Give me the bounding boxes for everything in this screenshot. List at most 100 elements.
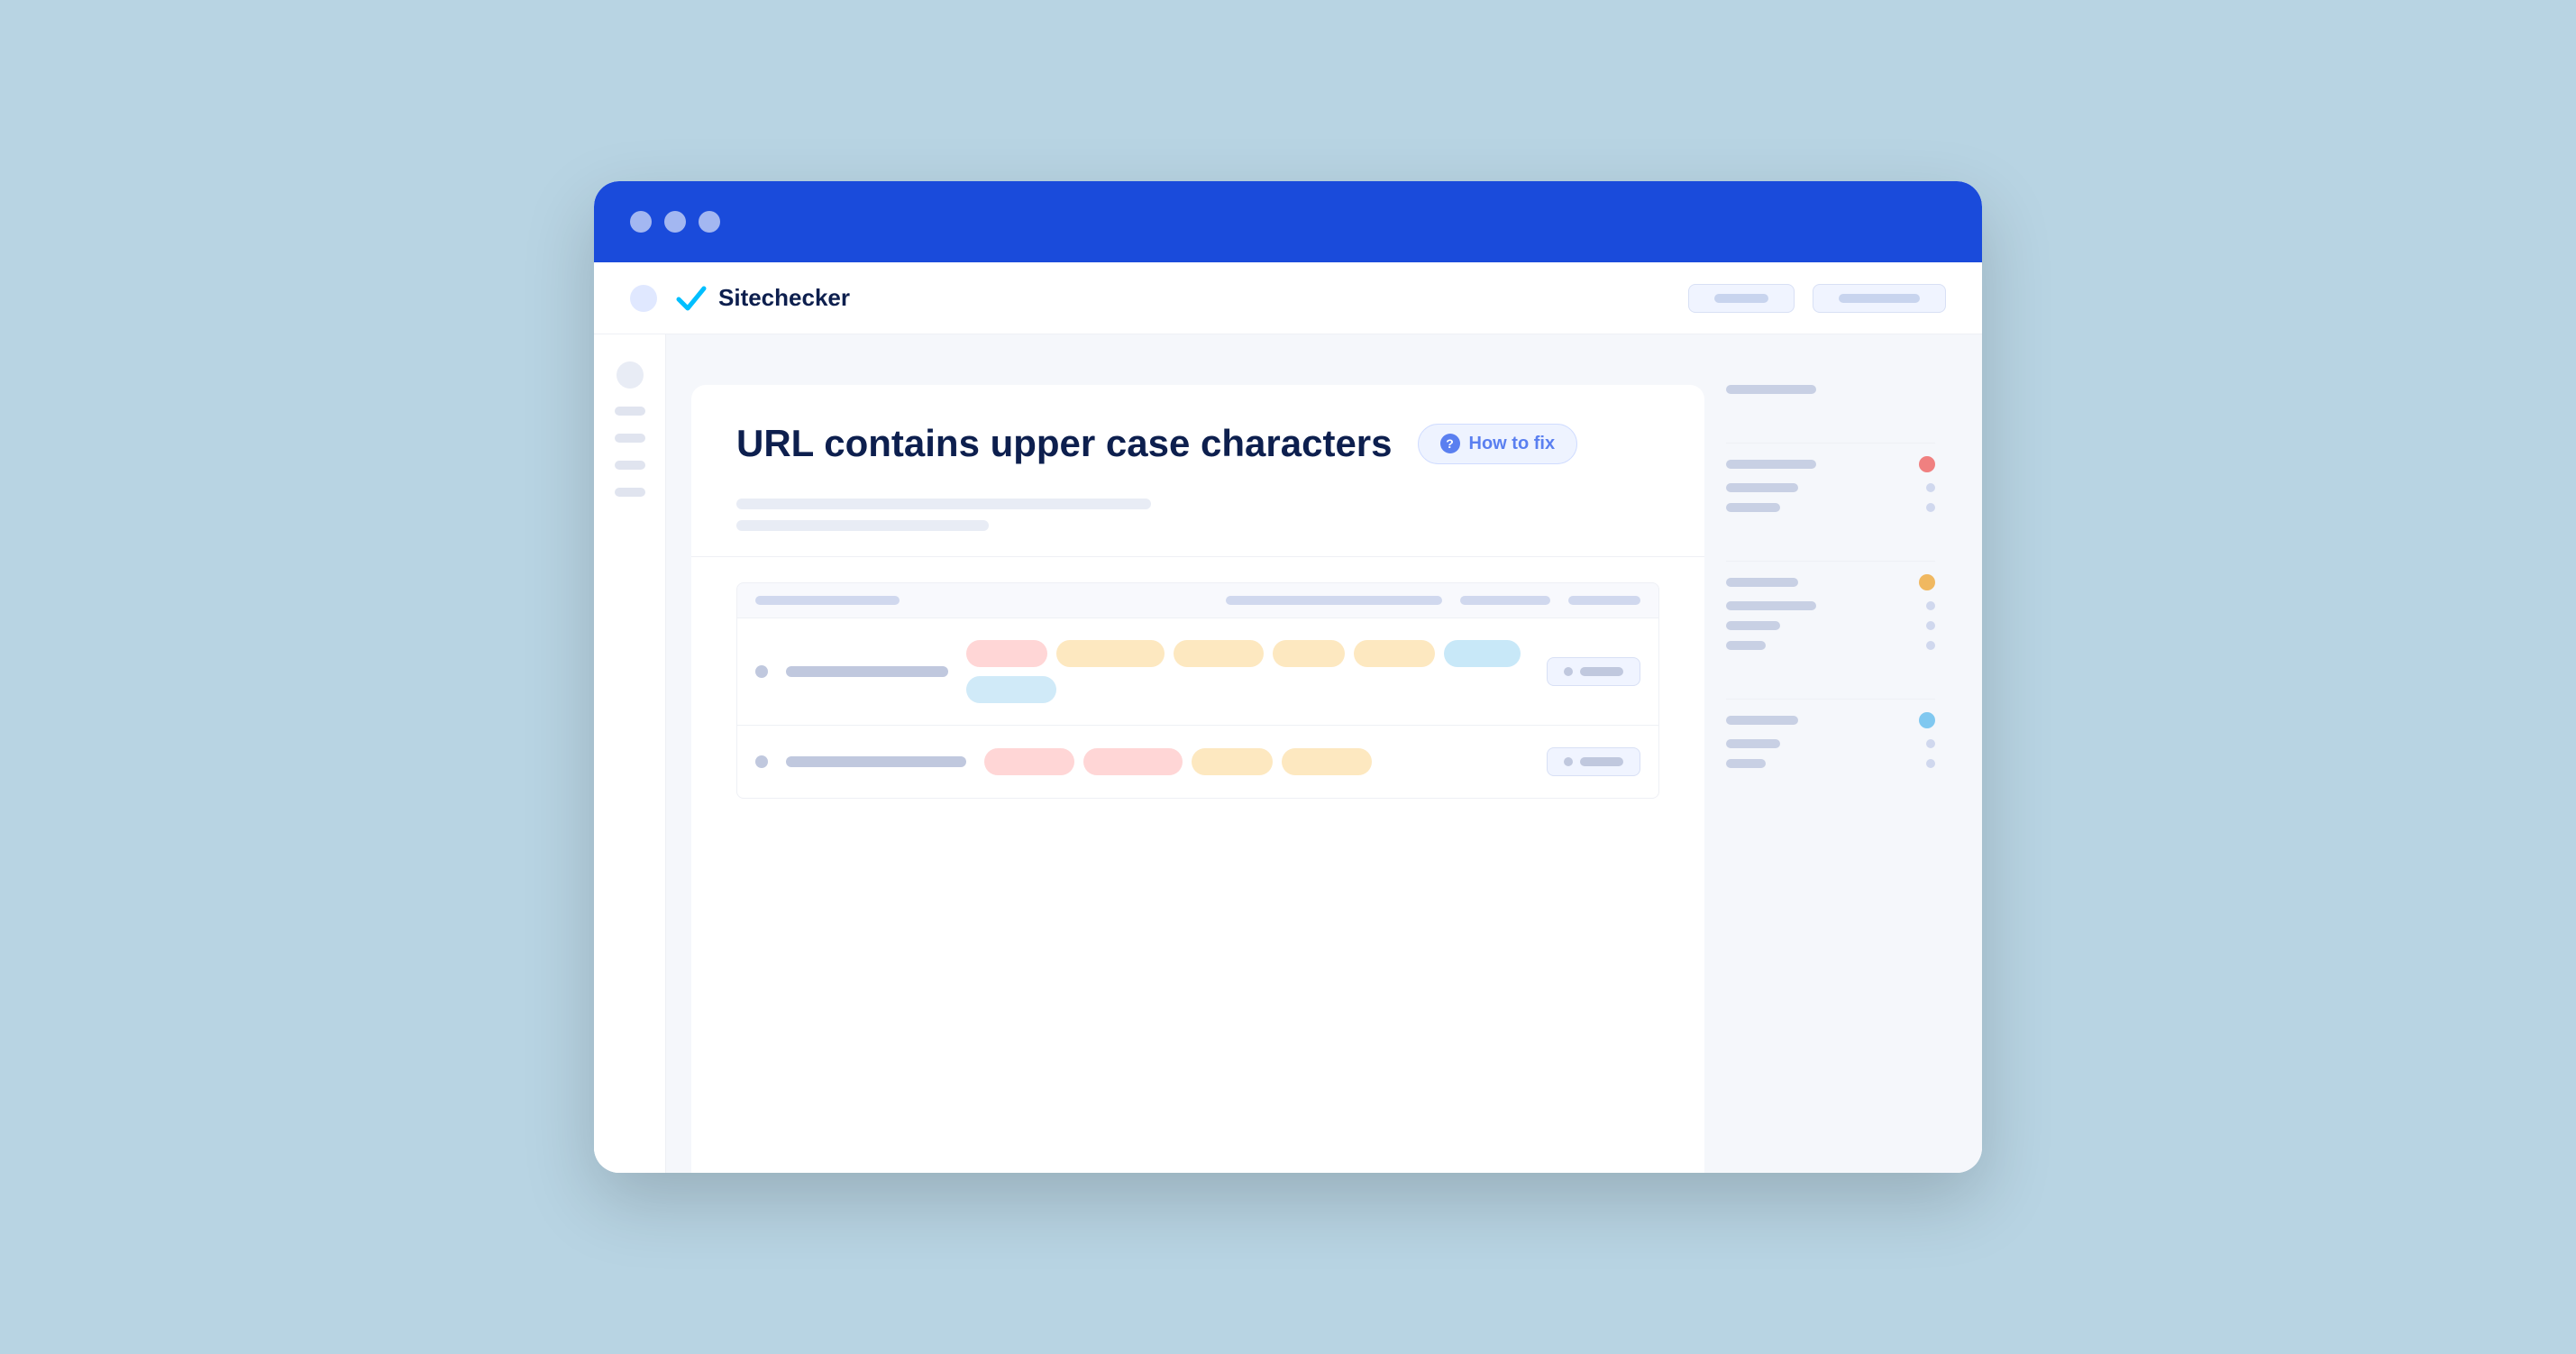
action-btn-bar-1 [1580,667,1623,676]
col-header-3 [1460,596,1550,605]
row-dot-2 [755,755,768,768]
browser-window: Sitechecker URL contains upper case char… [594,181,1982,1173]
col-header-2 [1226,596,1442,605]
app-title: Sitechecker [718,284,850,312]
right-divider-1 [1726,443,1935,444]
right-panel [1704,360,1957,1173]
right-bar-4b [1726,739,1780,748]
right-divider-2 [1726,561,1935,562]
action-btn-circle-1 [1564,667,1573,676]
right-dot-sm-5 [1926,641,1935,650]
row-url-bar-2 [786,756,966,767]
tag-orange-6 [1282,748,1372,775]
sidebar-item-2[interactable] [615,407,645,416]
browser-navbar: Sitechecker [594,262,1982,334]
right-row-4c [1726,759,1935,768]
action-btn-circle-2 [1564,757,1573,766]
right-bar-3b [1726,601,1816,610]
right-section-1 [1726,385,1935,405]
right-row-3a [1726,574,1935,590]
table-row [736,618,1659,725]
table-section [736,582,1659,799]
traffic-lights [630,211,720,233]
page-title: URL contains upper case characters [736,421,1393,466]
col-header-4 [1568,596,1640,605]
traffic-light-maximize[interactable] [699,211,720,233]
row-action-btn-1[interactable] [1547,657,1640,686]
tag-pink-1 [966,640,1047,667]
sidebar-item-3[interactable] [615,434,645,443]
right-dot-red [1919,456,1935,472]
right-row-4b [1726,739,1935,748]
page-header: URL contains upper case characters ? How… [736,421,1659,466]
right-row-2a [1726,456,1935,472]
nav-btn-bar-2 [1839,294,1920,303]
tag-orange-4 [1354,640,1435,667]
right-bar-2c [1726,503,1780,512]
right-bar-4a [1726,716,1798,725]
tag-orange-5 [1192,748,1273,775]
action-btn-bar-2 [1580,757,1623,766]
right-row-3c [1726,621,1935,630]
right-dot-sm-3 [1926,601,1935,610]
sidebar-item-5[interactable] [615,488,645,497]
tag-orange-1 [1056,640,1165,667]
right-section-3 [1726,574,1935,661]
nav-button-1[interactable] [1688,284,1795,313]
nav-logo: Sitechecker [675,284,850,312]
how-to-fix-button[interactable]: ? How to fix [1418,424,1578,464]
description-bars [736,499,1659,531]
table-header-row [736,582,1659,618]
right-bar-3c [1726,621,1780,630]
right-bar-1a [1726,385,1816,394]
right-divider-3 [1726,699,1935,700]
row-url-bar-1 [786,666,948,677]
right-dot-orange [1919,574,1935,590]
row-action-btn-2[interactable] [1547,747,1640,776]
right-bar-3d [1726,641,1766,650]
sidebar-item-4[interactable] [615,461,645,470]
right-row-3b [1726,601,1935,610]
tags-group-2 [984,748,1529,775]
right-row-3d [1726,641,1935,650]
sitechecker-logo-icon [675,285,708,312]
sidebar [594,334,666,1173]
tag-orange-3 [1273,640,1345,667]
right-dot-sm-7 [1926,759,1935,768]
nav-button-2[interactable] [1813,284,1946,313]
right-bar-3a [1726,578,1798,587]
tags-group-1 [966,640,1529,703]
right-dot-sm-2 [1926,503,1935,512]
content-wrapper: URL contains upper case characters ? How… [666,334,1982,1173]
browser-titlebar [594,181,1982,262]
col-header-1 [755,596,900,605]
how-to-fix-label: How to fix [1469,434,1556,454]
content-panel: URL contains upper case characters ? How… [691,385,1704,1173]
tag-ltblue-1 [966,676,1056,703]
tag-pink-3 [1083,748,1183,775]
traffic-light-close[interactable] [630,211,652,233]
sidebar-item-1[interactable] [617,361,644,389]
right-row-2b [1726,483,1935,492]
traffic-light-minimize[interactable] [664,211,686,233]
help-icon: ? [1440,434,1460,453]
right-row-4a [1726,712,1935,728]
right-dot-sm-1 [1926,483,1935,492]
right-bar-2a [1726,460,1816,469]
table-row-2 [736,725,1659,799]
right-row-1a [1726,385,1935,394]
nav-logo-circle [630,285,657,312]
section-divider-1 [691,556,1704,557]
browser-content: URL contains upper case characters ? How… [594,334,1982,1173]
desc-bar-2 [736,520,989,531]
right-dot-blue [1919,712,1935,728]
right-section-4 [1726,712,1935,779]
nav-btn-bar-1 [1714,294,1768,303]
right-row-2c [1726,503,1935,512]
right-dot-sm-4 [1926,621,1935,630]
right-dot-sm-6 [1926,739,1935,748]
desc-bar-1 [736,499,1151,509]
tag-pink-2 [984,748,1074,775]
row-dot-1 [755,665,768,678]
right-section-2 [1726,456,1935,523]
